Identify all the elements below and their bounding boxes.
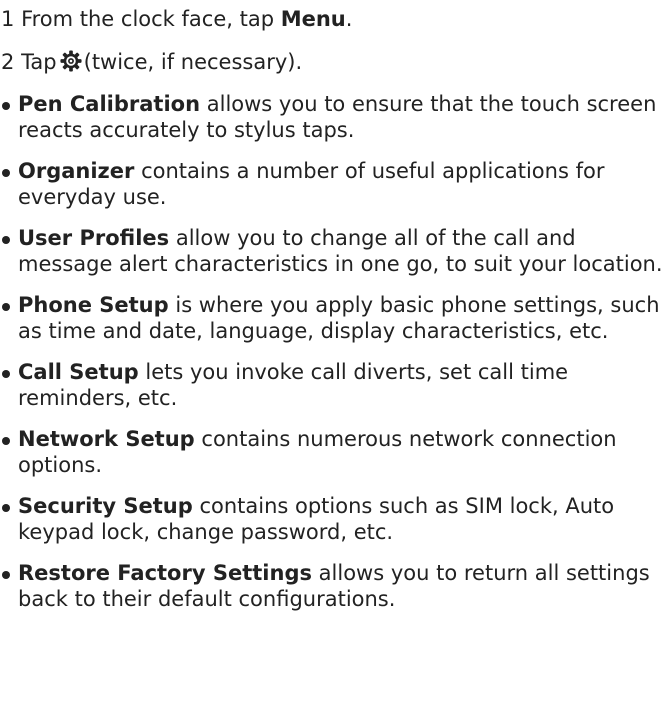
bullet-term: Phone Setup [18, 293, 169, 317]
step-text: Tap [21, 50, 57, 74]
list-item-call-setup: Call Setup lets you invoke call diverts,… [1, 359, 669, 411]
step-text: From the clock face, tap [21, 7, 275, 31]
step-number: 1 [1, 7, 15, 31]
step-2: 2 Tap (twice, if necessary). [1, 49, 302, 75]
bullet-term: Security Setup [18, 494, 193, 518]
list-item-pen-calibration: Pen Calibration allows you to ensure tha… [1, 91, 669, 143]
menu-term: Menu [280, 7, 346, 31]
list-item-security-setup: Security Setup contains options such as … [1, 493, 669, 545]
bullet-term: User Profiles [18, 226, 170, 250]
list-item-user-profiles: User Profiles allow you to change all of… [1, 225, 669, 277]
list-item-phone-setup: Phone Setup is where you apply basic pho… [1, 292, 669, 344]
bullet-term: Organizer [18, 159, 135, 183]
bullet-term: Network Setup [18, 427, 195, 451]
step-number: 2 [1, 50, 15, 74]
manual-page: 1 From the clock face, tap Menu. 2 Tap (… [0, 0, 671, 709]
step-punctuation: . [345, 7, 353, 31]
bullet-term: Restore Factory Settings [18, 561, 312, 585]
settings-gear-icon [60, 50, 82, 72]
step-text: (twice, if necessary). [83, 50, 303, 74]
list-item-network-setup: Network Setup contains numerous network … [1, 426, 669, 478]
bullet-term: Pen Calibration [18, 92, 201, 116]
list-item-organizer: Organizer contains a number of useful ap… [1, 158, 669, 210]
step-1: 1 From the clock face, tap Menu. [1, 6, 352, 32]
bullet-term: Call Setup [18, 360, 139, 384]
list-item-restore-factory-settings: Restore Factory Settings allows you to r… [1, 560, 669, 612]
settings-option-list: Pen Calibration allows you to ensure tha… [1, 91, 669, 627]
